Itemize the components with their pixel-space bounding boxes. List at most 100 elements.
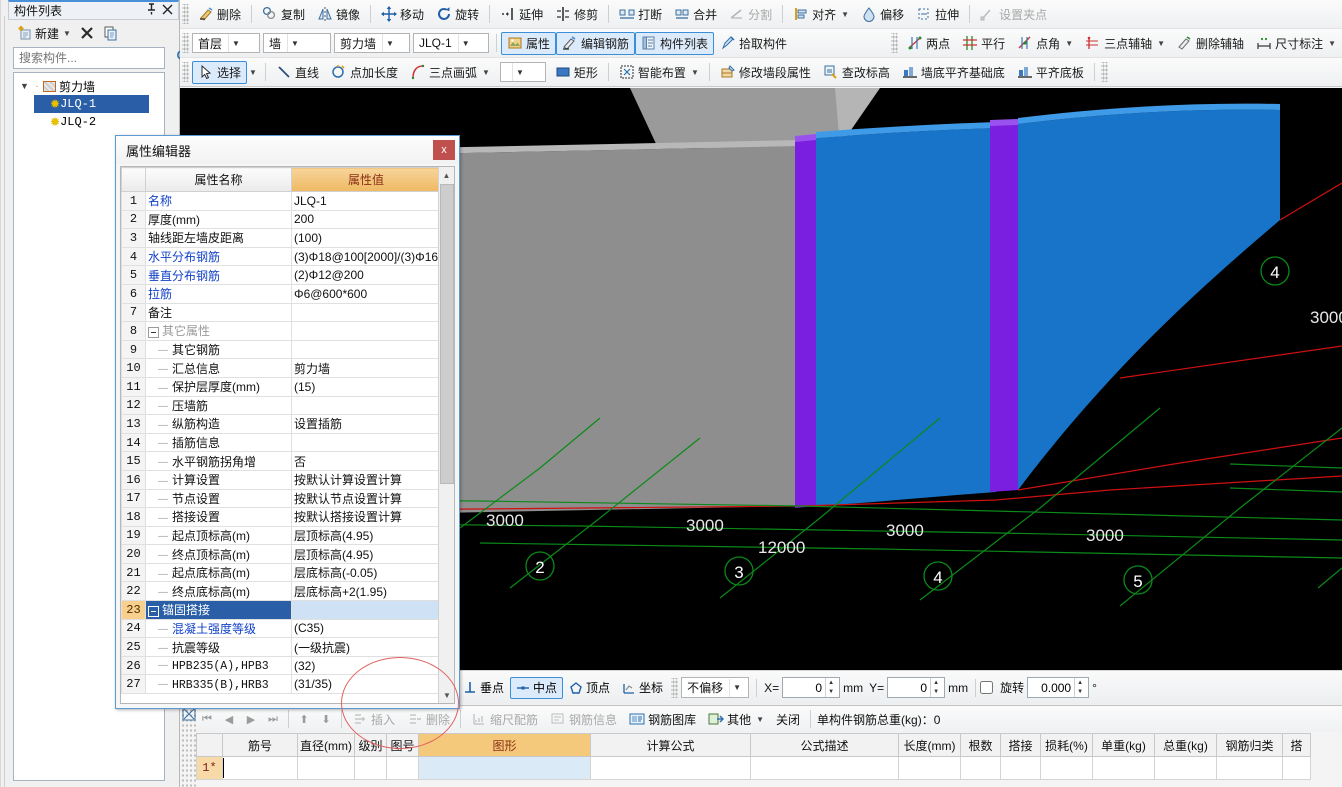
close-icon[interactable]: x [433,140,455,160]
col-length[interactable]: 长度(mm) [898,733,961,757]
cell-unit-weight[interactable] [1092,756,1155,780]
cell-shape[interactable] [418,756,591,780]
toolbar-grip[interactable] [891,33,899,53]
property-value-cell[interactable] [291,432,441,453]
property-value-cell[interactable]: (31/35) [291,674,441,695]
property-row[interactable]: 14 — 插筋信息 [121,432,441,453]
property-row[interactable]: 8 其它属性 [121,321,441,341]
col-rownum[interactable] [196,733,223,757]
last-record-icon[interactable]: ⏭ [262,713,284,726]
property-row[interactable]: 7 备注 [121,302,441,323]
break-button[interactable]: 打断 [613,3,668,26]
scroll-down-icon[interactable]: ▼ [439,687,454,703]
col-grade[interactable]: 级别 [354,733,387,757]
property-value-cell[interactable] [291,395,441,416]
scale-rebar-button[interactable]: 缩尺配筋 [465,709,544,730]
rotate-spinner[interactable]: ▲ ▼ [1074,678,1085,697]
scroll-up-icon[interactable]: ▲ [439,167,454,183]
type-combo[interactable]: 剪力墙 ▼ [334,33,410,53]
snap-midpoint-button[interactable]: 中点 [510,676,564,699]
scroll-thumb[interactable] [440,184,454,484]
delete-aux-axis-button[interactable]: 删除辅轴 [1171,32,1250,55]
property-row[interactable]: 1 名称 JLQ-1 [121,191,441,211]
x-input[interactable] [783,679,826,696]
next-record-icon[interactable]: ▶ [240,713,262,726]
cell-lap-more[interactable] [1282,756,1311,780]
property-value-cell[interactable]: JLQ-1 [291,191,441,211]
toolbar-grip[interactable] [1100,62,1108,82]
toolbar-grip[interactable] [182,62,189,82]
property-table[interactable]: 属性名称 属性值 1 名称 JLQ-1 2 厚度(mm) 200 3 轴线距左墙皮距离 (100… [121,167,441,695]
chevron-down-icon[interactable]: ▼ [228,34,243,52]
property-scrollbar[interactable]: ▲ ▼ [438,167,454,703]
new-member-button[interactable]: 新建 ▼ [14,24,74,43]
rebar-library-button[interactable]: 钢筋图库 [623,709,702,730]
rotate-checkbox[interactable] [980,681,994,694]
snap-perpendicular-button[interactable]: 垂点 [457,677,510,699]
property-value-cell[interactable]: (3)Φ18@100[2000]/(3)Φ16@10 [291,246,441,267]
close-icon[interactable] [159,4,175,18]
property-name-cell[interactable]: 备注 [145,302,292,323]
property-value-cell[interactable]: 设置插筋 [291,414,441,434]
property-value-cell[interactable]: (32) [291,655,441,676]
chevron-down-icon[interactable]: ▼ [691,68,699,77]
chevron-down-icon[interactable]: ▼ [1065,39,1073,48]
property-value-cell[interactable] [291,600,441,620]
arc-style-combo[interactable]: ▼ [499,62,546,82]
col-shape-number[interactable]: 图号 [386,733,419,757]
col-unit-weight[interactable]: 单重(kg) [1092,733,1155,757]
property-name-cell[interactable]: 锚固搭接 [145,600,292,620]
rotate-button[interactable]: 旋转 [430,3,485,26]
property-row[interactable]: 19 — 起点顶标高(m) 层顶标高(4.95) [121,525,441,546]
col-bar-number[interactable]: 筋号 [222,733,298,757]
cell-diameter[interactable] [297,756,355,780]
three-point-arc-button[interactable]: 三点画弧 ▼ [404,61,496,84]
property-row[interactable]: 26 — HPB235(A),HPB3 (32) [121,655,441,676]
property-name-cell[interactable]: — 搭接设置 [145,507,292,527]
category-combo[interactable]: 墙 ▼ [263,33,331,53]
chevron-down-icon[interactable]: ▼ [841,10,849,19]
rotate-field[interactable]: ▲▼ [1027,677,1090,698]
y-spinner[interactable]: ▲ ▼ [930,678,941,697]
smart-layout-button[interactable]: 智能布置 ▼ [613,61,705,84]
property-name-cell[interactable]: — HRB335(B),HRB3 [145,674,292,695]
cell-count[interactable] [960,756,1001,780]
extend-button[interactable]: 延伸 [494,3,549,26]
rebar-table-container[interactable]: 筋号 直径(mm) 级别 图号 图形 计算公式 公式描述 长度(mm) 根数 搭… [196,733,1342,787]
chevron-down-icon[interactable]: ▼ [287,34,302,52]
property-row[interactable]: 25 — 抗震等级 (一级抗震) [121,637,441,657]
property-name-cell[interactable]: 名称 [145,191,292,211]
property-name-cell[interactable]: — 起点底标高(m) [145,562,292,583]
align-button[interactable]: 对齐 ▼ [787,3,855,26]
tree-item-jlq2[interactable]: ✹ JLQ-2 [34,113,164,131]
property-rows[interactable]: 1 名称 JLQ-1 2 厚度(mm) 200 3 轴线距左墙皮距离 (100) 4 水平分布钢筋 (… [121,191,441,695]
property-row[interactable]: 24 — 混凝土强度等级 (C35) [121,618,441,639]
offset-mode-combo[interactable]: 不偏移 ▼ [681,677,750,698]
delete-button[interactable]: 删除 [192,3,247,26]
property-name-cell[interactable]: — 纵筋构造 [145,414,292,434]
other-button[interactable]: 其他 ▼ [702,709,770,730]
cell-lap[interactable] [1000,756,1041,780]
property-value-cell[interactable]: 层顶标高(4.95) [291,544,441,564]
property-row[interactable]: 11 — 保护层厚度(mm) (15) [121,376,441,397]
property-value-cell[interactable]: (15) [291,376,441,397]
chevron-down-icon[interactable]: ▼ [457,34,473,52]
property-row[interactable]: 22 — 终点底标高(m) 层底标高+2(1.95) [121,581,441,602]
three-point-aux-axis-button[interactable]: 三点辅轴 ▼ [1079,32,1171,55]
col-shape[interactable]: 图形 [418,733,591,757]
offset-button[interactable]: 偏移 [855,3,910,26]
property-row[interactable]: 13 — 纵筋构造 设置插筋 [121,414,441,434]
property-row[interactable]: 23 锚固搭接 [121,600,441,620]
property-value-cell[interactable]: 层底标高(-0.05) [291,562,441,583]
collapse-icon[interactable] [148,326,159,338]
col-formula[interactable]: 计算公式 [590,733,751,757]
snap-coordinate-button[interactable]: 坐标 [616,677,669,699]
col-lap[interactable]: 搭接 [1000,733,1041,757]
property-value-cell[interactable] [291,339,441,360]
member-list-button[interactable]: 构件列表 [635,31,715,55]
property-name-cell[interactable]: 垂直分布钢筋 [145,265,292,285]
property-table-container[interactable]: 属性名称 属性值 1 名称 JLQ-1 2 厚度(mm) 200 3 轴线距左墙皮距离 (100… [120,166,455,704]
property-name-cell[interactable]: — 抗震等级 [145,637,292,657]
chevron-down-icon[interactable]: ▼ [63,29,71,38]
property-name-cell[interactable]: 厚度(mm) [145,209,292,230]
